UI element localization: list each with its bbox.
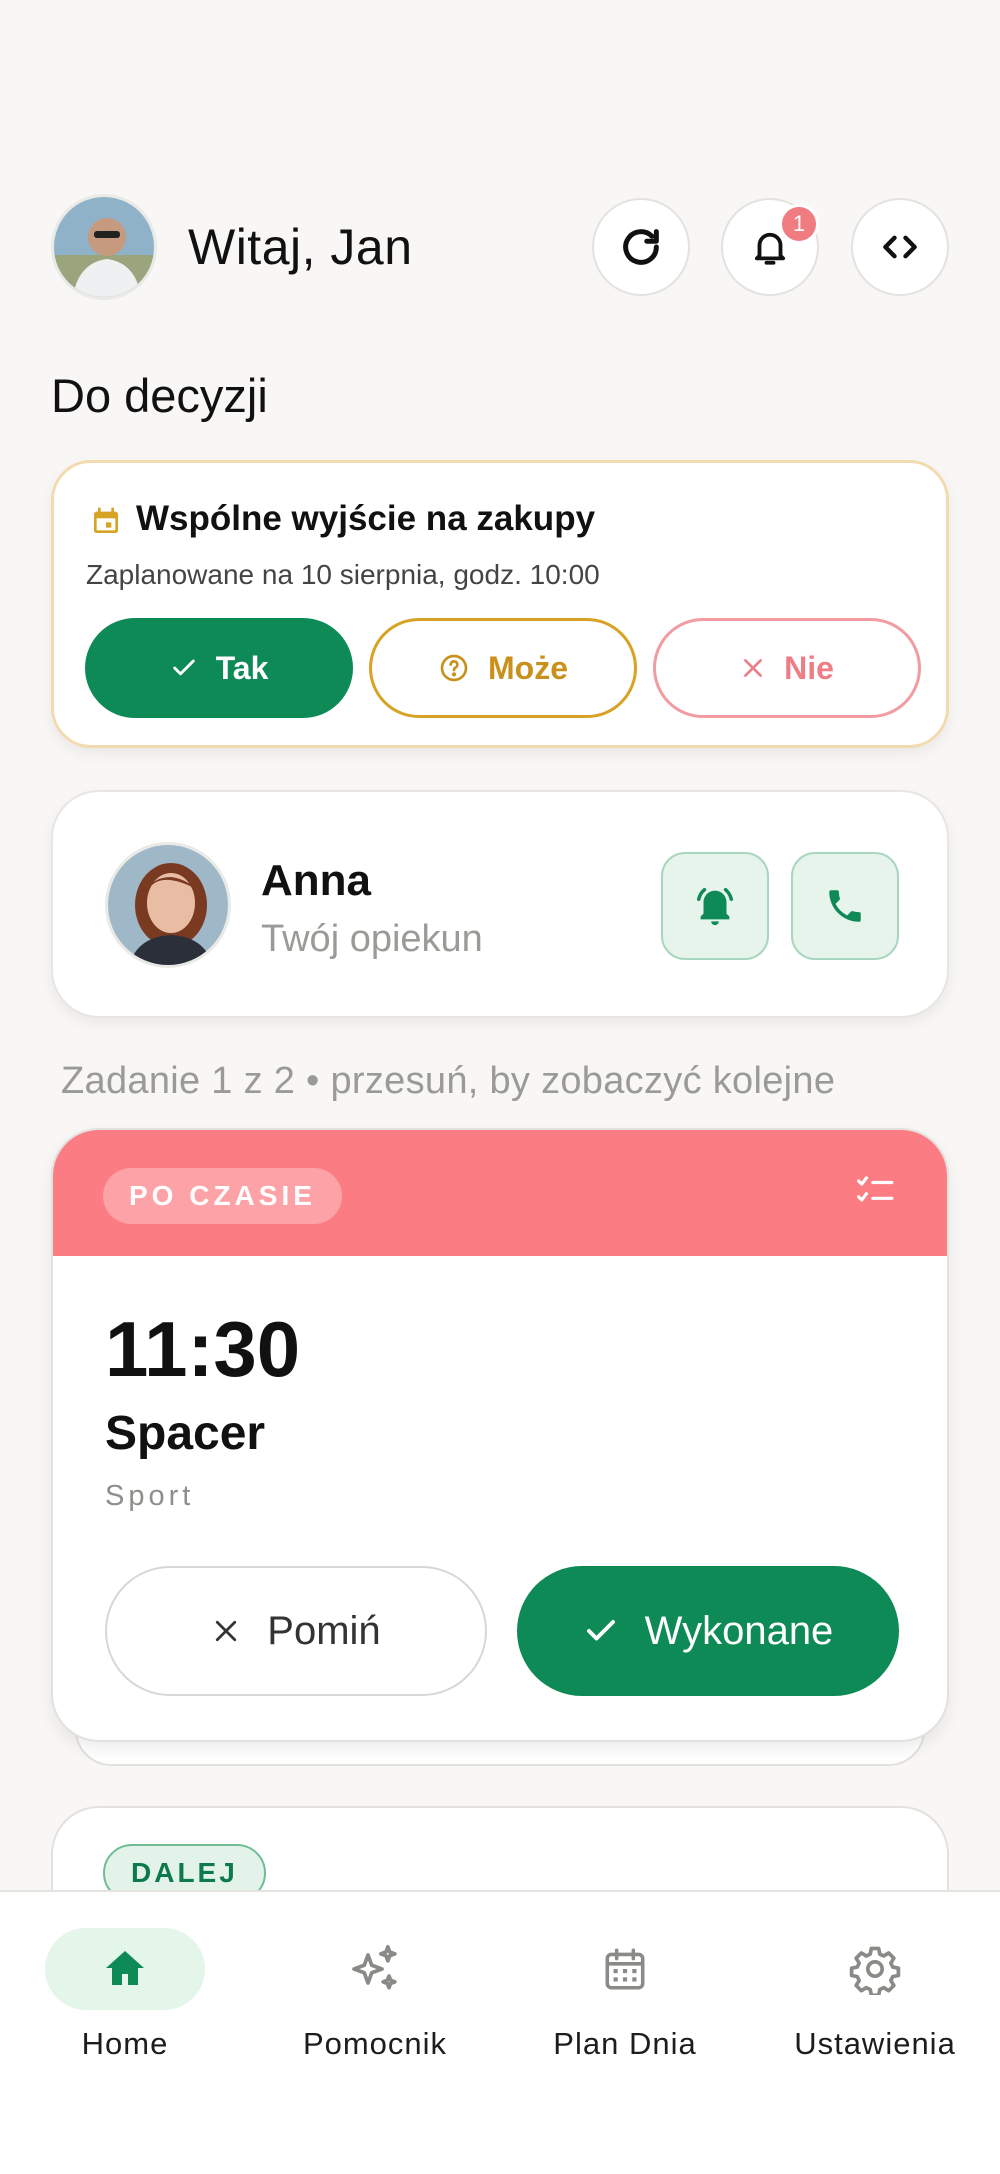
- refresh-button[interactable]: [592, 198, 690, 296]
- maybe-button[interactable]: Może: [369, 618, 637, 718]
- task-name: Spacer: [105, 1407, 266, 1460]
- nav-assistant-label: Pomocnik: [302, 2026, 448, 2061]
- done-button[interactable]: Wykonane: [517, 1566, 899, 1696]
- done-label: Wykonane: [644, 1608, 834, 1653]
- notifications-button[interactable]: 1: [721, 198, 819, 296]
- skip-label: Pomiń: [267, 1608, 381, 1653]
- notification-badge: 1: [779, 204, 819, 244]
- alarm-button[interactable]: [661, 852, 769, 960]
- status-badge: PO CZASIE: [103, 1168, 342, 1224]
- task-category: Sport: [105, 1480, 195, 1512]
- nav-day-plan[interactable]: Plan Dnia: [500, 1928, 750, 2062]
- nav-settings[interactable]: Ustawienia: [750, 1928, 1000, 2062]
- user-avatar[interactable]: [51, 194, 157, 300]
- no-label: Nie: [784, 649, 834, 686]
- code-button[interactable]: [851, 198, 949, 296]
- call-button[interactable]: [791, 852, 899, 960]
- task-card-header: PO CZASIE: [53, 1130, 947, 1256]
- caregiver-name: Anna: [261, 856, 371, 905]
- home-icon: [106, 1951, 144, 1985]
- alarm-bell-icon: [696, 887, 734, 926]
- nav-home-label: Home: [81, 2026, 169, 2061]
- decision-subtitle: Zaplanowane na 10 sierpnia, godz. 10:00: [86, 559, 600, 590]
- caregiver-role: Twój opiekun: [261, 918, 483, 960]
- phone-icon: [829, 890, 861, 922]
- check-icon: [172, 659, 195, 676]
- maybe-label: Może: [488, 649, 568, 686]
- caregiver-avatar: [105, 842, 231, 968]
- task-card[interactable]: PO CZASIE 11:30 Spacer Sport Pomiń Wykon…: [51, 1128, 949, 1742]
- gear-icon: [849, 1946, 901, 1995]
- greeting-title: Witaj, Jan: [188, 219, 413, 275]
- nav-assistant[interactable]: Pomocnik: [250, 1928, 500, 2062]
- task-pager-hint: Zadanie 1 z 2 • przesuń, by zobaczyć kol…: [61, 1060, 836, 1102]
- nav-day-plan-label: Plan Dnia: [553, 2026, 697, 2061]
- question-circle-icon: [440, 654, 468, 682]
- task-time: 11:30: [105, 1305, 301, 1393]
- decision-card: Wspólne wyjście na zakupy Zaplanowane na…: [51, 460, 949, 748]
- caregiver-card: Anna Twój opiekun: [51, 790, 949, 1018]
- checklist-icon: [857, 1176, 894, 1202]
- section-title: Do decyzji: [51, 369, 268, 422]
- code-brackets-icon: [883, 235, 917, 259]
- no-button[interactable]: Nie: [653, 618, 921, 718]
- decision-title: Wspólne wyjście na zakupy: [136, 499, 596, 538]
- yes-button[interactable]: Tak: [85, 618, 353, 718]
- calendar-icon: [94, 507, 118, 533]
- calendar-icon: [605, 1948, 645, 1990]
- bottom-nav: Home Pomocnik Plan Dnia Ustawienia: [0, 1890, 1000, 2174]
- skip-button[interactable]: Pomiń: [105, 1566, 487, 1696]
- sparkles-icon: [352, 1944, 397, 1990]
- nav-home[interactable]: Home: [0, 1928, 250, 2062]
- yes-label: Tak: [215, 649, 269, 686]
- nav-settings-label: Ustawienia: [794, 2026, 956, 2061]
- refresh-icon: [623, 229, 659, 265]
- close-icon: [744, 659, 762, 677]
- check-icon: [586, 1620, 615, 1641]
- close-icon: [216, 1620, 237, 1642]
